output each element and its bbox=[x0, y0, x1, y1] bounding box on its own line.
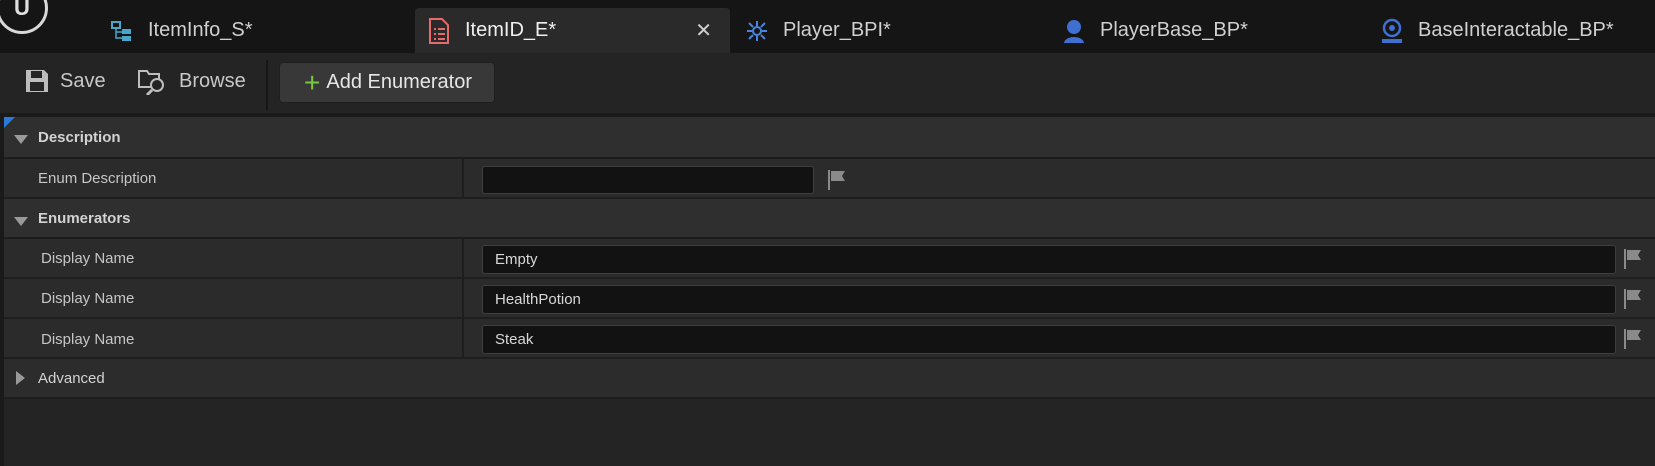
column-divider bbox=[462, 319, 464, 357]
browse-button[interactable]: Browse bbox=[137, 65, 246, 97]
column-divider bbox=[462, 239, 464, 277]
display-name-field[interactable]: HealthPotion bbox=[482, 285, 1616, 314]
enumerator-row: Display Name Empty bbox=[4, 239, 1655, 279]
flag-icon[interactable] bbox=[1622, 288, 1644, 310]
save-button[interactable]: Save bbox=[24, 65, 106, 97]
enum-document-icon bbox=[427, 17, 451, 44]
interface-icon bbox=[745, 19, 769, 43]
category-label: Description bbox=[38, 129, 121, 146]
category-label: Enumerators bbox=[38, 210, 131, 227]
struct-icon bbox=[110, 19, 134, 43]
tab-itemid-e[interactable]: ItemID_E* ✕ bbox=[415, 8, 730, 53]
enumerator-row: Display Name Steak bbox=[4, 319, 1655, 359]
panel-corner-marker bbox=[4, 117, 15, 128]
tab-playerbase-bp[interactable]: PlayerBase_BP* bbox=[1062, 8, 1362, 53]
pawn-icon bbox=[1062, 19, 1086, 43]
flag-icon[interactable] bbox=[1622, 248, 1644, 270]
display-name-field[interactable]: Steak bbox=[482, 325, 1616, 354]
plus-icon: + bbox=[304, 66, 321, 98]
tab-player-bpi[interactable]: Player_BPI* bbox=[745, 8, 1025, 53]
tab-label: ItemID_E* bbox=[465, 19, 557, 41]
unreal-logo-icon[interactable]: U bbox=[0, 0, 48, 34]
browse-icon bbox=[137, 67, 169, 95]
category-advanced[interactable]: Advanced bbox=[4, 359, 1655, 399]
flag-icon[interactable] bbox=[826, 169, 848, 191]
column-divider bbox=[462, 279, 464, 317]
toolbar-divider bbox=[266, 60, 268, 110]
property-label: Enum Description bbox=[38, 170, 157, 187]
tab-label: Player_BPI* bbox=[783, 19, 891, 41]
flag-icon[interactable] bbox=[1622, 328, 1644, 350]
add-enumerator-button[interactable]: + Add Enumerator bbox=[279, 62, 495, 103]
property-label: Display Name bbox=[41, 250, 135, 267]
save-icon bbox=[24, 68, 50, 94]
toolbar: Save Browse bbox=[0, 53, 1655, 113]
tab-iteminfo-s[interactable]: ItemInfo_S* bbox=[110, 8, 410, 53]
tab-bar: U ItemInfo_S* ItemID_E* ✕ Player_BPI* Pl… bbox=[0, 0, 1655, 53]
actor-icon bbox=[1380, 18, 1404, 43]
category-enumerators[interactable]: Enumerators bbox=[4, 199, 1655, 239]
details-panel: Description Enum Description Enumerators… bbox=[4, 117, 1655, 466]
close-tab-icon[interactable]: ✕ bbox=[695, 18, 712, 43]
tab-label: ItemInfo_S* bbox=[148, 19, 253, 41]
browse-label: Browse bbox=[179, 69, 246, 92]
category-label: Advanced bbox=[38, 370, 105, 387]
add-enumerator-label: Add Enumerator bbox=[326, 71, 472, 93]
enum-description-field[interactable] bbox=[482, 166, 814, 194]
tab-label: BaseInteractable_BP* bbox=[1418, 19, 1614, 41]
column-divider bbox=[462, 159, 464, 197]
expanded-arrow-icon[interactable] bbox=[14, 132, 28, 150]
property-label: Display Name bbox=[41, 331, 135, 348]
display-name-field[interactable]: Empty bbox=[482, 245, 1616, 274]
enum-description-row: Enum Description bbox=[4, 159, 1655, 199]
enumerator-row: Display Name HealthPotion bbox=[4, 279, 1655, 319]
tab-label: PlayerBase_BP* bbox=[1100, 19, 1248, 41]
tab-baseinteractable-bp[interactable]: BaseInteractable_BP* bbox=[1380, 8, 1655, 53]
category-description[interactable]: Description bbox=[4, 117, 1655, 159]
property-label: Display Name bbox=[41, 290, 135, 307]
collapsed-arrow-icon[interactable] bbox=[16, 371, 26, 390]
save-label: Save bbox=[60, 69, 106, 92]
expanded-arrow-icon[interactable] bbox=[14, 214, 28, 232]
